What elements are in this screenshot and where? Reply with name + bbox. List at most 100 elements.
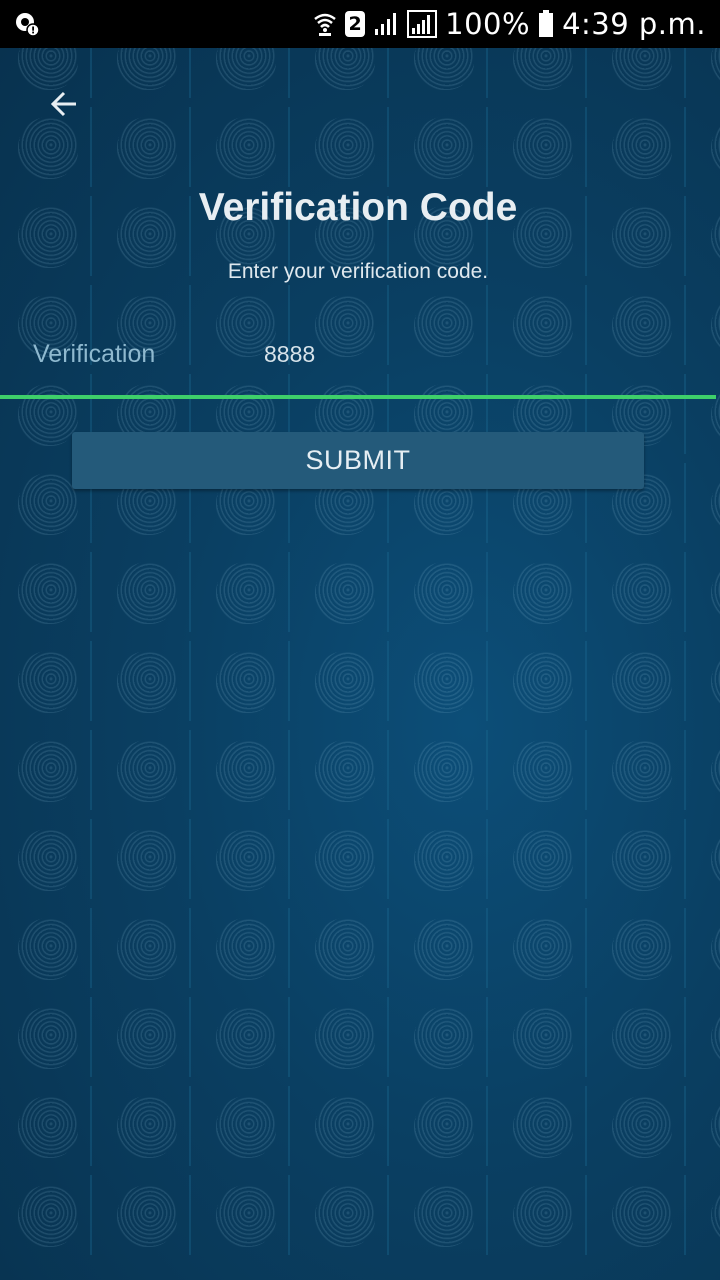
fingerprint-tile [495, 552, 587, 632]
battery-icon [538, 10, 554, 38]
fingerprint-icon [117, 829, 177, 891]
fingerprint-tile [693, 463, 720, 543]
fingerprint-icon [117, 562, 177, 624]
fingerprint-tile [297, 997, 389, 1077]
fingerprint-icon [513, 829, 573, 891]
fingerprint-icon [117, 117, 177, 179]
fingerprint-tile [495, 908, 587, 988]
fingerprint-tile [594, 908, 686, 988]
fingerprint-tile [495, 997, 587, 1077]
fingerprint-icon [414, 829, 474, 891]
fingerprint-tile [0, 552, 92, 632]
status-bar: 2 100% 4:39 p.m. [0, 0, 720, 48]
fingerprint-icon [117, 1185, 177, 1247]
fingerprint-tile [99, 997, 191, 1077]
fingerprint-tile [693, 730, 720, 810]
fingerprint-icon [216, 48, 276, 90]
fingerprint-icon [612, 117, 672, 179]
fingerprint-tile [297, 730, 389, 810]
fingerprint-tile [198, 641, 290, 721]
fingerprint-tile [0, 641, 92, 721]
fingerprint-icon [414, 1096, 474, 1158]
fingerprint-icon [513, 1007, 573, 1069]
fingerprint-icon [18, 1096, 78, 1158]
fingerprint-icon [711, 473, 720, 535]
fingerprint-tile [495, 107, 587, 187]
fingerprint-tile [99, 730, 191, 810]
fingerprint-icon [612, 48, 672, 90]
fingerprint-icon [117, 48, 177, 90]
fingerprint-icon [612, 740, 672, 802]
fingerprint-tile [495, 1086, 587, 1166]
fingerprint-icon [414, 1185, 474, 1247]
fingerprint-tile [297, 48, 389, 98]
status-left [14, 11, 40, 37]
fingerprint-tile [297, 1086, 389, 1166]
fingerprint-tile [594, 819, 686, 899]
fingerprint-icon [18, 740, 78, 802]
fingerprint-tile [0, 908, 92, 988]
fingerprint-icon [414, 651, 474, 713]
fingerprint-icon [513, 740, 573, 802]
fingerprint-tile [594, 641, 686, 721]
fingerprint-tile [396, 641, 488, 721]
fingerprint-icon [711, 48, 720, 90]
fingerprint-icon [315, 562, 375, 624]
fingerprint-icon [513, 1185, 573, 1247]
fingerprint-tile [99, 48, 191, 98]
fingerprint-tile [0, 1086, 92, 1166]
fingerprint-icon [414, 117, 474, 179]
fingerprint-tile [495, 819, 587, 899]
fingerprint-icon [513, 48, 573, 90]
fingerprint-pattern [0, 48, 720, 1280]
fingerprint-tile [99, 819, 191, 899]
verification-field: Verification [0, 326, 716, 399]
fingerprint-tile [99, 1175, 191, 1255]
fingerprint-icon [315, 918, 375, 980]
page-subtitle: Enter your verification code. [227, 260, 489, 283]
fingerprint-tile [396, 1175, 488, 1255]
page-title: Verification Code [198, 186, 518, 229]
fingerprint-tile [297, 552, 389, 632]
submit-button[interactable]: SUBMIT [72, 432, 644, 489]
fingerprint-tile [396, 997, 488, 1077]
fingerprint-icon [216, 1185, 276, 1247]
verification-input[interactable] [258, 334, 690, 374]
fingerprint-tile [495, 48, 587, 98]
fingerprint-icon [117, 1096, 177, 1158]
fingerprint-tile [594, 730, 686, 810]
fingerprint-tile [99, 908, 191, 988]
fingerprint-icon [18, 1185, 78, 1247]
fingerprint-icon [18, 829, 78, 891]
back-button[interactable] [40, 82, 88, 130]
arrow-left-icon [49, 89, 79, 124]
fingerprint-icon [513, 651, 573, 713]
signal-boxed-icon [407, 10, 438, 38]
fingerprint-icon [414, 740, 474, 802]
fingerprint-icon [711, 117, 720, 179]
fingerprint-icon [711, 740, 720, 802]
sim-badge: 2 [345, 11, 366, 37]
fingerprint-tile [198, 107, 290, 187]
fingerprint-icon [216, 918, 276, 980]
fingerprint-tile [594, 1175, 686, 1255]
wifi-icon [313, 11, 337, 37]
fingerprint-tile [693, 107, 720, 187]
fingerprint-tile [396, 908, 488, 988]
fingerprint-icon [216, 651, 276, 713]
fingerprint-icon [414, 48, 474, 90]
fingerprint-icon [216, 117, 276, 179]
fingerprint-tile [99, 107, 191, 187]
fingerprint-icon [513, 1096, 573, 1158]
fingerprint-icon [315, 740, 375, 802]
fingerprint-tile [495, 641, 587, 721]
fingerprint-tile [693, 48, 720, 98]
fingerprint-icon [414, 918, 474, 980]
fingerprint-tile [693, 908, 720, 988]
signal-icon [373, 11, 399, 37]
fingerprint-tile [297, 641, 389, 721]
fingerprint-background [0, 48, 720, 1280]
fingerprint-tile [693, 997, 720, 1077]
fingerprint-icon [18, 473, 78, 535]
fingerprint-icon [18, 1007, 78, 1069]
